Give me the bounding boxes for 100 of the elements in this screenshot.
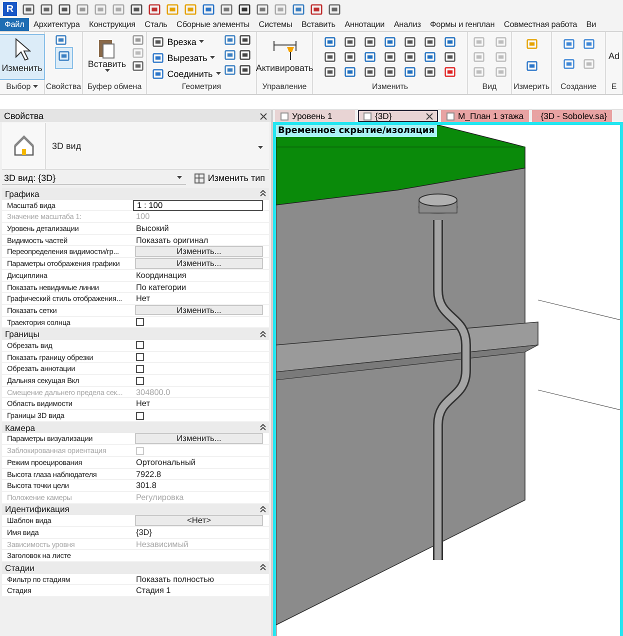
tool-icon[interactable] bbox=[238, 34, 251, 46]
view-tab[interactable]: {3D} bbox=[358, 110, 438, 122]
collapse-icon[interactable] bbox=[260, 190, 266, 198]
section-header[interactable]: Границы bbox=[2, 328, 269, 340]
geometry-tool-button[interactable]: Вырезать bbox=[152, 50, 221, 65]
tool-icon[interactable] bbox=[224, 49, 236, 61]
tool-icon[interactable] bbox=[152, 52, 164, 64]
toolbar-icon[interactable] bbox=[58, 2, 71, 16]
view-tab[interactable]: Уровень 1 bbox=[275, 110, 355, 122]
properties-toggle-button[interactable] bbox=[54, 47, 72, 69]
tool-icon[interactable] bbox=[238, 49, 251, 61]
ribbon-tab[interactable]: Файл bbox=[0, 18, 29, 31]
caret-icon[interactable] bbox=[210, 56, 216, 60]
toolbar-icon[interactable] bbox=[40, 2, 53, 16]
toolbar-icon[interactable] bbox=[148, 2, 161, 16]
geometry-tool-button[interactable]: Врезка bbox=[152, 34, 221, 49]
section-header[interactable]: Камера bbox=[2, 422, 269, 434]
collapse-icon[interactable] bbox=[260, 564, 266, 572]
toolbar-icon[interactable] bbox=[328, 2, 341, 16]
toolbar-icon[interactable] bbox=[130, 2, 143, 16]
tool-icon[interactable] bbox=[152, 36, 164, 48]
checkbox[interactable] bbox=[136, 364, 144, 373]
modify-tool-icon[interactable] bbox=[444, 51, 456, 63]
ribbon-tab[interactable]: Вставить bbox=[296, 18, 340, 31]
type-selector[interactable]: 3D вид bbox=[2, 122, 269, 170]
modify-tool-icon[interactable] bbox=[424, 66, 436, 78]
caret-icon[interactable] bbox=[216, 72, 221, 76]
collapse-icon[interactable] bbox=[260, 330, 266, 338]
ribbon-tab[interactable]: Сталь bbox=[140, 18, 172, 31]
modify-tool-icon[interactable] bbox=[324, 51, 336, 63]
collapse-icon[interactable] bbox=[260, 424, 266, 432]
close-icon[interactable] bbox=[260, 112, 267, 120]
edit-value-button[interactable]: Изменить... bbox=[135, 433, 263, 444]
section-header[interactable]: Идентификация bbox=[2, 504, 269, 516]
edit-value-button[interactable]: Изменить... bbox=[135, 304, 263, 316]
modify-tool-icon[interactable] bbox=[384, 66, 396, 78]
scale-input-field[interactable]: 1 : 100 bbox=[133, 200, 263, 211]
caret-icon[interactable] bbox=[176, 176, 182, 180]
caret-icon[interactable] bbox=[199, 40, 204, 44]
edit-type-button[interactable]: Изменить тип bbox=[192, 172, 267, 184]
app-logo[interactable]: R bbox=[3, 2, 17, 16]
add-button[interactable]: Ad bbox=[606, 34, 623, 64]
view-tab[interactable]: {3D - Sobolev.sa} bbox=[532, 110, 612, 122]
ribbon-tab[interactable]: Системы bbox=[254, 18, 297, 31]
ribbon-tab[interactable]: Ви bbox=[582, 18, 601, 31]
create-tool-icon[interactable] bbox=[582, 38, 594, 50]
modify-tool-icon[interactable] bbox=[384, 51, 396, 63]
ribbon-tab[interactable]: Конструкция bbox=[84, 18, 140, 31]
checkbox[interactable] bbox=[136, 318, 144, 326]
ribbon-tab[interactable]: Сборные элементы bbox=[172, 18, 254, 31]
edit-value-button[interactable]: <Нет> bbox=[135, 515, 263, 526]
paste-button[interactable]: Вставить bbox=[84, 34, 130, 80]
modify-button[interactable]: Изменить bbox=[0, 34, 46, 80]
edit-value-button[interactable]: Изменить... bbox=[135, 246, 263, 257]
checkbox[interactable] bbox=[136, 341, 144, 350]
modify-tool-icon[interactable] bbox=[444, 36, 456, 48]
create-tool-icon[interactable] bbox=[562, 38, 574, 50]
modify-tool-icon[interactable] bbox=[404, 36, 416, 48]
caret-icon[interactable] bbox=[104, 69, 110, 73]
view-tab[interactable]: М_План 1 этажа bbox=[441, 110, 529, 122]
modify-tool-icon[interactable] bbox=[424, 36, 436, 48]
caret-icon[interactable] bbox=[32, 85, 38, 89]
toolbar-icon[interactable] bbox=[238, 2, 251, 16]
modify-tool-icon[interactable] bbox=[324, 66, 336, 78]
ribbon-tab[interactable]: Аннотации bbox=[340, 18, 390, 31]
section-header[interactable]: Стадии bbox=[2, 562, 269, 574]
tool-icon[interactable] bbox=[224, 34, 236, 46]
checkbox[interactable] bbox=[136, 376, 144, 384]
modify-tool-icon[interactable] bbox=[324, 36, 336, 48]
tool-icon[interactable] bbox=[152, 68, 164, 80]
view-selector[interactable]: 3D вид: {3D} bbox=[2, 171, 186, 185]
toolbar-icon[interactable] bbox=[22, 2, 35, 16]
tool-icon[interactable] bbox=[238, 64, 251, 76]
modify-tool-icon[interactable] bbox=[344, 36, 356, 48]
checkbox[interactable] bbox=[136, 353, 144, 362]
modify-tool-icon[interactable] bbox=[404, 51, 416, 63]
checkbox[interactable] bbox=[136, 412, 144, 420]
modify-tool-icon[interactable] bbox=[404, 66, 416, 78]
ribbon-tab[interactable]: Анализ bbox=[389, 18, 426, 31]
close-icon[interactable] bbox=[426, 112, 433, 120]
create-tool-icon[interactable] bbox=[562, 58, 574, 70]
ribbon-tab[interactable]: Совместная работа bbox=[499, 18, 582, 31]
edit-value-button[interactable]: Изменить... bbox=[135, 258, 263, 269]
modify-tool-icon[interactable] bbox=[364, 66, 376, 78]
caret-icon[interactable] bbox=[258, 146, 263, 150]
toolbar-icon[interactable] bbox=[310, 2, 323, 16]
collapse-icon[interactable] bbox=[260, 506, 266, 513]
3d-viewport[interactable]: Временное скрытие/изоляция bbox=[273, 122, 623, 636]
modify-tool-icon[interactable] bbox=[424, 51, 436, 63]
modify-tool-icon[interactable] bbox=[364, 36, 376, 48]
tool-icon[interactable] bbox=[224, 64, 236, 76]
ribbon-tab[interactable]: Формы и генплан bbox=[425, 18, 500, 31]
activate-button[interactable]: Активировать bbox=[252, 34, 316, 80]
geometry-tool-button[interactable]: Соединить bbox=[152, 66, 221, 81]
section-header[interactable]: Графика bbox=[2, 188, 269, 200]
modify-tool-icon[interactable] bbox=[444, 66, 456, 78]
modify-tool-icon[interactable] bbox=[384, 36, 396, 48]
modify-tool-icon[interactable] bbox=[344, 66, 356, 78]
modify-tool-icon[interactable] bbox=[344, 51, 356, 63]
modify-tool-icon[interactable] bbox=[364, 51, 376, 63]
